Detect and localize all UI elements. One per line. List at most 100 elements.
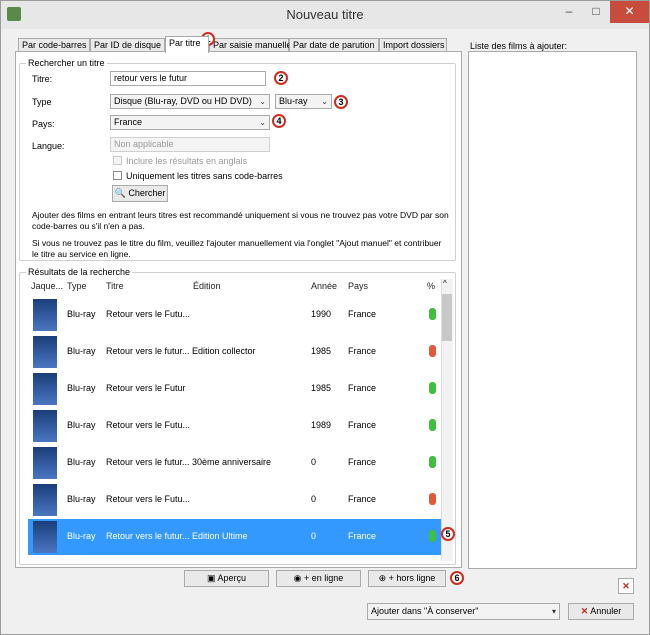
no-barcode-checkbox[interactable]: [113, 171, 122, 180]
tab-release-date[interactable]: Par date de parution: [289, 38, 379, 52]
table-row[interactable]: Blu-ray Retour vers le futur... Edition Ul…: [28, 519, 441, 555]
maximize-button[interactable]: □: [584, 1, 608, 23]
cancel-button-label: Annuler: [590, 606, 622, 616]
add-destination-select[interactable]: Ajouter dans "À conserver" ▾: [367, 603, 560, 620]
chevron-down-icon: ▾: [551, 607, 556, 616]
row-year: 0: [311, 531, 317, 541]
window-title: Nouveau titre: [286, 7, 364, 22]
tab-title[interactable]: Par titre: [165, 36, 209, 53]
callout-4: 4: [272, 114, 286, 128]
row-country: France: [348, 309, 377, 319]
cover-thumbnail: [33, 521, 57, 553]
row-edition: Edition Ultime: [192, 531, 248, 541]
column-header-title[interactable]: Titre: [106, 281, 124, 291]
column-header-edition[interactable]: Édition: [193, 281, 221, 291]
table-row[interactable]: Blu-ray Retour vers le futur... Edition co…: [28, 334, 441, 370]
type-label: Type: [32, 97, 52, 107]
remove-icon[interactable]: ✕: [618, 578, 634, 594]
films-to-add-label: Liste des films à ajouter:: [470, 41, 568, 51]
row-type: Blu-ray: [67, 383, 96, 393]
row-title: Retour vers le futur...: [106, 531, 190, 541]
type-select-value: Disque (Blu-ray, DVD ou HD DVD): [114, 96, 252, 106]
country-select[interactable]: France ⌄: [110, 115, 270, 130]
search-button[interactable]: 🔍 Chercher: [112, 185, 168, 202]
cover-thumbnail: [33, 447, 57, 479]
match-percent-indicator: [429, 530, 436, 542]
row-type: Blu-ray: [67, 531, 96, 541]
include-english-label: Inclure les résultats en anglais: [126, 156, 248, 166]
language-input: Non applicable: [110, 137, 270, 152]
films-to-add-list[interactable]: [468, 51, 637, 569]
row-year: 1985: [311, 346, 332, 356]
cover-thumbnail: [33, 336, 57, 368]
row-type: Blu-ray: [67, 420, 96, 430]
tab-import-folders[interactable]: Import dossiers: [379, 38, 447, 52]
include-english-checkbox[interactable]: [113, 156, 122, 165]
match-percent-indicator: [429, 493, 436, 505]
callout-3: 3: [334, 95, 348, 109]
online-icon: ◉: [293, 573, 302, 583]
row-type: Blu-ray: [67, 494, 96, 504]
cancel-icon: ✕: [580, 606, 589, 616]
tab-disc-id[interactable]: Par ID de disque: [90, 38, 165, 52]
row-country: France: [348, 420, 377, 430]
country-label: Pays:: [32, 119, 55, 129]
table-row[interactable]: Blu-ray Retour vers le Futu... 1990 France: [28, 297, 441, 333]
table-row[interactable]: Blu-ray Retour vers le futur... 30ème anni…: [28, 445, 441, 481]
match-percent-indicator: [429, 382, 436, 394]
add-online-button-label: + en ligne: [304, 573, 344, 583]
table-row[interactable]: Blu-ray Retour vers le Futu... 0 France: [28, 482, 441, 518]
row-country: France: [348, 531, 377, 541]
row-type: Blu-ray: [67, 457, 96, 467]
column-header-percent[interactable]: %: [427, 281, 435, 291]
chevron-down-icon: ⌄: [259, 97, 266, 106]
table-row[interactable]: Blu-ray Retour vers le Futur 1985 France: [28, 371, 441, 407]
row-country: France: [348, 494, 377, 504]
cancel-button[interactable]: ✕ Annuler: [568, 603, 634, 620]
dialog-window: Nouveau titre – □ ✕ Par code-barres Par …: [0, 0, 650, 635]
cover-thumbnail: [33, 484, 57, 516]
match-percent-indicator: [429, 456, 436, 468]
callout-2: 2: [274, 71, 288, 85]
column-header-type[interactable]: Type: [67, 281, 87, 291]
column-header-country[interactable]: Pays: [348, 281, 368, 291]
scrollbar-thumb[interactable]: [442, 294, 452, 341]
country-select-value: France: [114, 117, 143, 127]
no-barcode-label: Uniquement les titres sans code-barres: [126, 171, 283, 181]
column-header-year[interactable]: Année: [311, 281, 337, 291]
tab-manual-entry[interactable]: Par saisie manuelle: [209, 38, 292, 52]
title-bar: Nouveau titre – □ ✕: [1, 1, 649, 29]
type-select[interactable]: Disque (Blu-ray, DVD ou HD DVD) ⌄: [110, 94, 270, 109]
row-type: Blu-ray: [67, 346, 96, 356]
title-label: Titre:: [32, 74, 53, 84]
column-header-cover[interactable]: Jaque...: [31, 281, 63, 291]
row-title: Retour vers le futur...: [106, 346, 190, 356]
offline-icon: ⊕: [378, 573, 387, 583]
close-button[interactable]: ✕: [610, 1, 649, 23]
callout-6: 6: [450, 571, 464, 585]
magnifier-icon: 🔍: [114, 188, 126, 198]
row-type: Blu-ray: [67, 309, 96, 319]
row-edition: 30ème anniversaire: [192, 457, 272, 467]
help-text-manual: Si vous ne trouvez pas le titre du film,…: [32, 238, 442, 259]
add-offline-button[interactable]: ⊕ + hors ligne: [368, 570, 446, 587]
preview-button[interactable]: ▣ Aperçu: [184, 570, 269, 587]
row-title: Retour vers le Futu...: [106, 420, 191, 430]
format-select[interactable]: Blu-ray ⌄: [275, 94, 332, 109]
search-group-legend: Rechercher un titre: [26, 58, 107, 68]
table-row[interactable]: Blu-ray Retour vers le Futu... 1989 France: [28, 408, 441, 444]
chevron-down-icon: ⌄: [259, 118, 266, 127]
add-offline-button-label: + hors ligne: [388, 573, 436, 583]
search-button-label: Chercher: [128, 188, 166, 198]
row-year: 1985: [311, 383, 332, 393]
row-country: France: [348, 346, 377, 356]
tab-barcode[interactable]: Par code-barres: [18, 38, 90, 52]
row-country: France: [348, 457, 377, 467]
minimize-button[interactable]: –: [557, 1, 581, 23]
scroll-up-icon[interactable]: ^: [443, 279, 447, 288]
row-country: France: [348, 383, 377, 393]
title-input[interactable]: retour vers le futur: [110, 71, 266, 86]
row-title: Retour vers le Futur: [106, 383, 186, 393]
add-online-button[interactable]: ◉ + en ligne: [276, 570, 361, 587]
row-title: Retour vers le Futu...: [106, 309, 191, 319]
